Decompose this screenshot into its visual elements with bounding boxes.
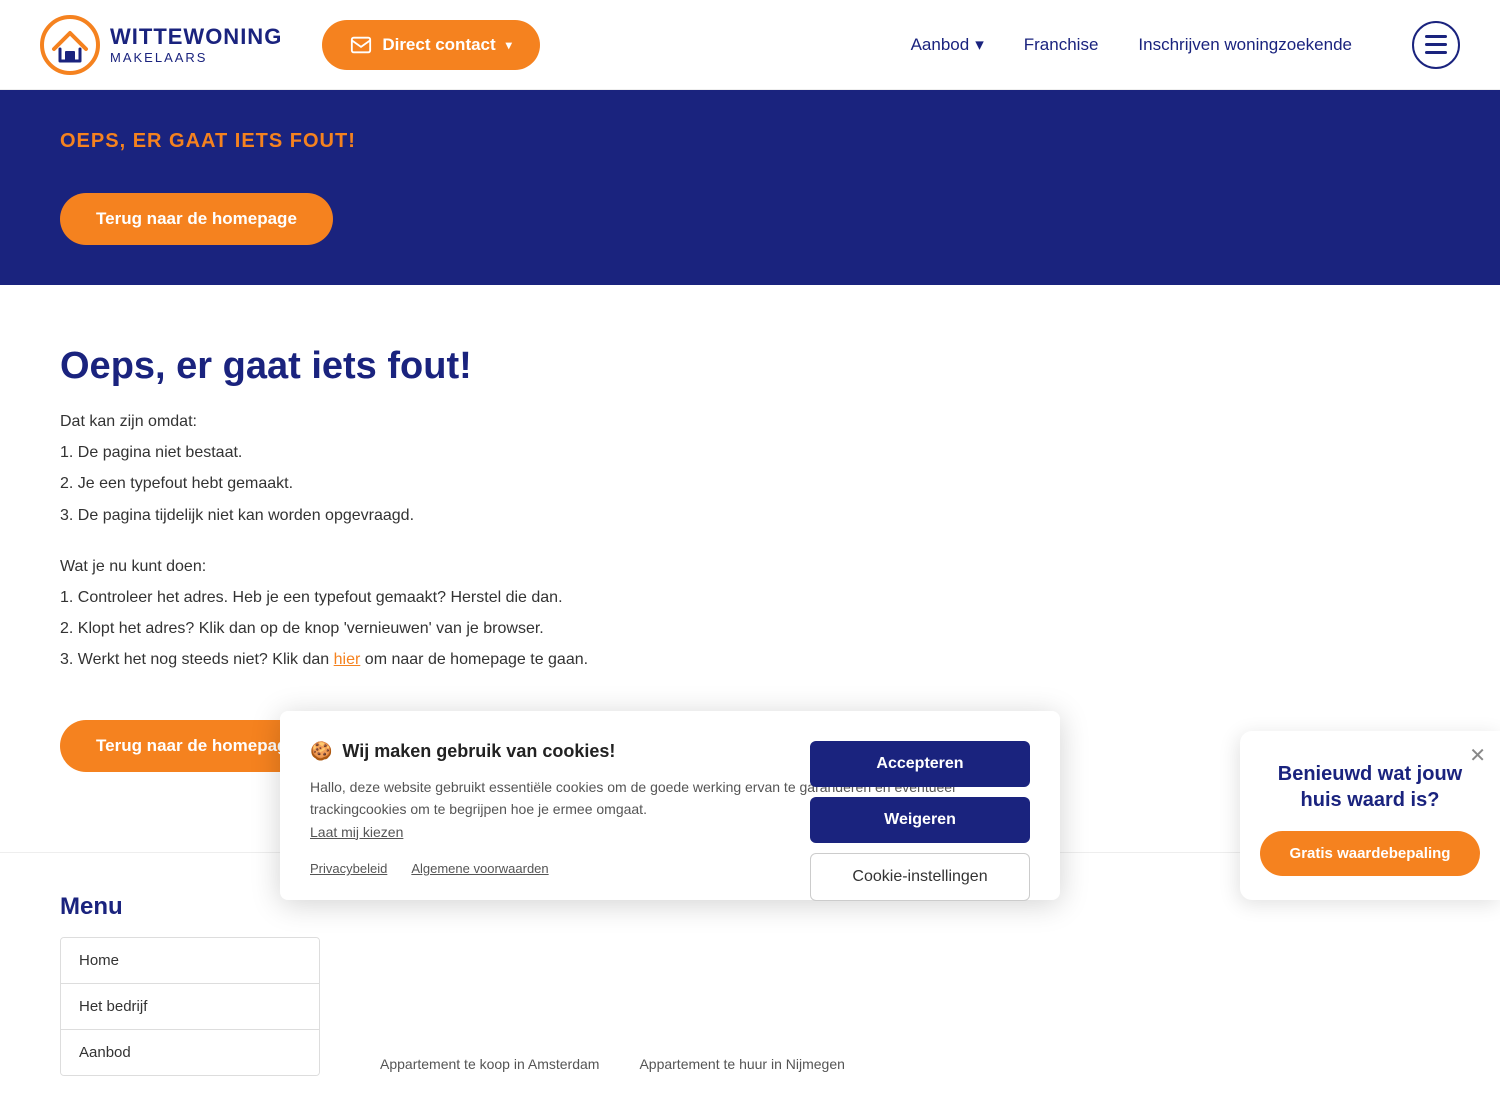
hamburger-menu-button[interactable] — [1412, 21, 1460, 69]
error-body: Dat kan zijn omdat: 1. De pagina niet be… — [60, 408, 1440, 529]
direct-contact-button[interactable]: Direct contact ▾ — [322, 20, 539, 70]
listing-left[interactable]: Appartement te koop in Amsterdam — [380, 1056, 599, 1072]
waarde-close-button[interactable]: ✕ — [1469, 743, 1486, 768]
cookie-accept-button[interactable]: Accepteren — [810, 741, 1030, 787]
logo[interactable]: WITTEWONING MAKELAARS — [40, 15, 282, 75]
hero-homepage-button[interactable]: Terug naar de homepage — [60, 193, 333, 245]
error-intro: Dat kan zijn omdat: — [60, 408, 1440, 435]
cookie-buttons: Accepteren Weigeren Cookie-instellingen — [810, 741, 1030, 901]
actions-section: Wat je nu kunt doen: 1. Controleer het a… — [60, 553, 1440, 674]
error-heading: Oeps, er gaat iets fout! — [60, 345, 1440, 388]
hero-banner: OEPS, ER GAAT IETS FOUT! Terug naar de h… — [0, 90, 1500, 285]
logo-icon — [40, 15, 100, 75]
error-label: OEPS, ER GAAT IETS FOUT! — [60, 130, 1440, 153]
site-header: WITTEWONING MAKELAARS Direct contact ▾ A… — [0, 0, 1500, 90]
hamburger-line — [1425, 51, 1447, 54]
chevron-down-icon: ▾ — [506, 38, 512, 52]
action-3: 3. Werkt het nog steeds niet? Klik dan h… — [60, 646, 1440, 673]
cookie-title: Wij maken gebruik van cookies! — [342, 741, 615, 762]
nav-franchise[interactable]: Franchise — [1024, 35, 1099, 55]
nav-aanbod[interactable]: Aanbod ▾ — [911, 35, 984, 55]
logo-name: WITTEWONING — [110, 24, 282, 50]
main-nav: Aanbod ▾ Franchise Inschrijven woningzoe… — [911, 21, 1460, 69]
chevron-down-icon: ▾ — [975, 35, 984, 55]
envelope-icon — [350, 34, 372, 56]
logo-text: WITTEWONING MAKELAARS — [110, 24, 282, 65]
reason-2: 2. Je een typefout hebt gemaakt. — [60, 470, 1440, 497]
waarde-title: Benieuwd wat jouw huis waard is? — [1260, 761, 1480, 813]
action-2: 2. Klopt het adres? Klik dan op de knop … — [60, 615, 1440, 642]
logo-sub: MAKELAARS — [110, 50, 282, 65]
hamburger-line — [1425, 35, 1447, 38]
actions-intro: Wat je nu kunt doen: — [60, 553, 1440, 580]
terms-link[interactable]: Algemene voorwaarden — [411, 861, 548, 876]
cookie-laat-mij-link[interactable]: Laat mij kiezen — [310, 824, 403, 840]
waarde-cta-button[interactable]: Gratis waardebepaling — [1260, 831, 1480, 876]
here-link[interactable]: hier — [334, 651, 361, 668]
cookie-banner: 🍪 Wij maken gebruik van cookies! Hallo, … — [280, 711, 1060, 900]
cookie-settings-button[interactable]: Cookie-instellingen — [810, 853, 1030, 901]
footer-menu-list: Home Het bedrijf Aanbod — [60, 937, 320, 1076]
cookie-icon: 🍪 — [310, 741, 332, 762]
footer-menu-bedrijf[interactable]: Het bedrijf — [61, 984, 319, 1030]
hamburger-line — [1425, 43, 1447, 46]
footer-menu-home[interactable]: Home — [61, 938, 319, 984]
waarde-widget: ✕ Benieuwd wat jouw huis waard is? Grati… — [1240, 731, 1500, 900]
listing-right[interactable]: Appartement te huur in Nijmegen — [639, 1056, 844, 1072]
privacy-link[interactable]: Privacybeleid — [310, 861, 387, 876]
cookie-reject-button[interactable]: Weigeren — [810, 797, 1030, 843]
reason-3: 3. De pagina tijdelijk niet kan worden o… — [60, 502, 1440, 529]
nav-inschrijven[interactable]: Inschrijven woningzoekende — [1138, 35, 1352, 55]
reason-1: 1. De pagina niet bestaat. — [60, 439, 1440, 466]
action-1: 1. Controleer het adres. Heb je een type… — [60, 584, 1440, 611]
footer-menu-aanbod[interactable]: Aanbod — [61, 1030, 319, 1075]
direct-contact-label: Direct contact — [382, 35, 495, 55]
